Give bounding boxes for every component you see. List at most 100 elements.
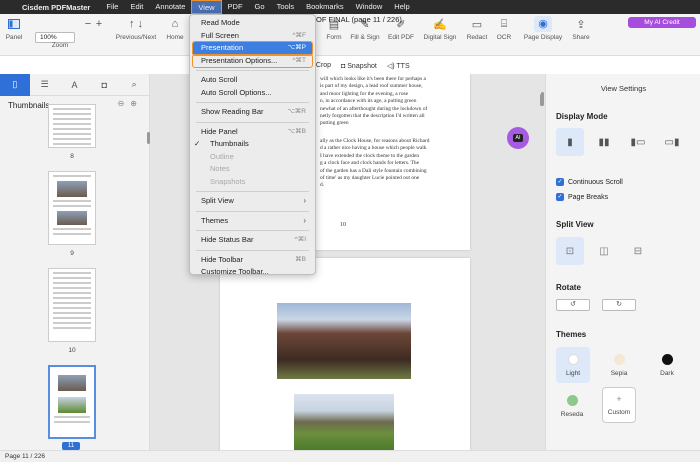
home-button[interactable]: ⌂ Home [164, 14, 186, 41]
menu-item-presentation[interactable]: Presentation ⌥⌘P [192, 41, 313, 56]
ai-assistant-button[interactable]: AI [507, 127, 529, 149]
chevron-right-icon: › [303, 196, 306, 205]
tts-button[interactable]: ◁) TTS [387, 62, 410, 70]
menu-item-customize-toolbar[interactable]: Customize Toolbar... [193, 266, 312, 279]
menu-window[interactable]: Window [350, 0, 389, 14]
zoom-in-button[interactable]: + [93, 14, 105, 34]
continuous-scroll-checkbox[interactable]: ✓ Continuous Scroll [556, 178, 623, 186]
shortcut-label: ^⌘F [292, 31, 306, 39]
reseda-swatch [566, 394, 578, 406]
menu-file[interactable]: File [100, 0, 124, 14]
menu-item-presentation-options[interactable]: Presentation Options... ^⌘T [192, 53, 313, 68]
share-button[interactable]: ⇪ Share [569, 14, 593, 42]
theme-light[interactable]: Light [556, 347, 590, 383]
book-mode-button[interactable]: ▭▮ [658, 128, 686, 156]
thumbnail-label: 9 [70, 250, 74, 257]
menu-item-hide-status-bar[interactable]: Hide Status Bar ^⌘I [193, 234, 312, 247]
tab-thumbnails[interactable]: ▯ [0, 73, 30, 96]
thumbnail-page-8[interactable] [48, 104, 96, 148]
menu-item-show-reading-bar[interactable]: Show Reading Bar ⌥⌘R [193, 106, 312, 119]
light-swatch [567, 353, 579, 365]
menu-item-hide-toolbar[interactable]: Hide Toolbar ⌘B [193, 254, 312, 267]
tab-search[interactable]: ⌕ [119, 74, 149, 96]
cover-mode-button[interactable]: ▮▭ [624, 128, 652, 156]
thumbnail-label: 8 [70, 153, 74, 160]
prev-next-button[interactable]: ↑ ↓ Previous/Next [115, 14, 157, 41]
vertical-split-button[interactable]: ◫ [590, 237, 618, 265]
page-breaks-label: Page Breaks [568, 193, 609, 201]
zoom-label: Zoom [51, 42, 69, 49]
theme-dark[interactable]: Dark [650, 347, 684, 383]
page-breaks-checkbox[interactable]: ✓ Page Breaks [556, 193, 608, 201]
ai-credit-button[interactable]: My AI Credit [628, 17, 696, 28]
annotation-icon: A [71, 79, 78, 90]
menu-bookmarks[interactable]: Bookmarks [300, 0, 350, 14]
view-settings-title: View Settings [600, 84, 647, 93]
panel-button[interactable]: Panel [2, 14, 26, 41]
checkmark-icon: ✓ [556, 178, 564, 186]
thumb-zoom-icons[interactable]: ⊖⊕ [118, 99, 143, 108]
checkmark-icon: ✓ [194, 139, 201, 148]
ocr-label: OCR [496, 34, 512, 41]
thumbnail-label: 10 [68, 347, 76, 354]
thumbnail-page-10[interactable] [48, 268, 96, 342]
no-split-icon: ⊡ [565, 245, 575, 257]
continuous-scroll-label: Continuous Scroll [568, 178, 623, 186]
menu-separator [196, 191, 309, 192]
horizontal-split-button[interactable]: ⊟ [624, 237, 652, 265]
menu-item-auto-scroll-options[interactable]: Auto Scroll Options... [193, 87, 312, 100]
tab-outline[interactable]: ☰ [30, 74, 60, 96]
menu-view[interactable]: View [191, 0, 222, 14]
menu-item-hide-panel[interactable]: Hide Panel ⌥⌘B [193, 126, 312, 139]
panel-label: Panel [5, 34, 23, 41]
page-text: ally as the Clock House, for reasons abo… [320, 138, 430, 189]
single-page-mode-button[interactable]: ▮ [556, 128, 584, 156]
rotate-right-button[interactable]: ↻ [602, 299, 636, 311]
no-split-button[interactable]: ⊡ [556, 237, 584, 265]
page-display-button[interactable]: ◉ Page Display [520, 14, 566, 41]
menu-item-themes[interactable]: Themes › [193, 215, 312, 228]
app-name-menu[interactable]: Cisdem PDFMaster [22, 3, 90, 12]
menu-help[interactable]: Help [388, 0, 415, 14]
menu-go[interactable]: Go [249, 0, 271, 14]
ocr-icon: ⌸ [500, 17, 508, 30]
menu-tools[interactable]: Tools [271, 0, 301, 14]
snapshot-button[interactable]: ◘ Snapshot [341, 63, 377, 70]
page-number: 10 [340, 222, 346, 228]
digital-sign-button[interactable]: ✍ Digital Sign [421, 14, 459, 42]
menu-item-full-screen[interactable]: Full Screen ^⌘F [193, 30, 312, 43]
panel-scrollbar[interactable] [541, 92, 544, 106]
rotate-left-icon: ↺ [570, 301, 576, 308]
theme-sepia[interactable]: Sepia [602, 347, 636, 383]
eye-icon: ◉ [534, 14, 552, 34]
cover-page-icon: ▮▭ [630, 136, 646, 148]
ocr-button[interactable]: ⌸ OCR [493, 14, 515, 42]
thumbnail-page-9[interactable] [48, 171, 96, 245]
current-page-badge: 11 [62, 442, 80, 450]
rotate-left-button[interactable]: ↺ [556, 299, 590, 311]
menu-item-thumbnails[interactable]: ✓ Thumbnails [193, 138, 312, 151]
page-text: will which looks like it's been there fo… [320, 76, 428, 127]
sidebar-tabs: ▯ ☰ A ◘ ⌕ [0, 73, 149, 96]
thumbnail-page-11[interactable] [48, 365, 96, 439]
menu-item-notes: Notes [210, 164, 230, 173]
redact-button[interactable]: ▭ Redact [464, 14, 490, 42]
menu-item-auto-scroll[interactable]: Auto Scroll [193, 74, 312, 87]
tab-snapshots[interactable]: ◘ [89, 74, 119, 96]
dark-swatch [661, 353, 673, 365]
two-page-mode-button[interactable]: ▮▮ [590, 128, 618, 156]
menu-item-read-mode[interactable]: Read Mode [193, 17, 312, 30]
rotate-heading: Rotate [556, 283, 581, 292]
redact-icon: ▭ [471, 18, 483, 31]
theme-reseda[interactable]: Reseda [554, 388, 590, 424]
theme-custom[interactable]: + Custom [602, 387, 636, 423]
shortcut-label: ⌥⌘P [287, 44, 306, 51]
checkmark-icon: ✓ [556, 193, 564, 201]
tab-annotations[interactable]: A [60, 74, 90, 96]
menu-pdf[interactable]: PDF [222, 0, 249, 14]
menu-annotate[interactable]: Annotate [149, 0, 191, 14]
thumbnails-title: Thumbnails [8, 100, 50, 110]
menu-edit[interactable]: Edit [124, 0, 149, 14]
redact-label: Redact [466, 34, 488, 41]
menu-item-split-view[interactable]: Split View › [193, 195, 312, 208]
